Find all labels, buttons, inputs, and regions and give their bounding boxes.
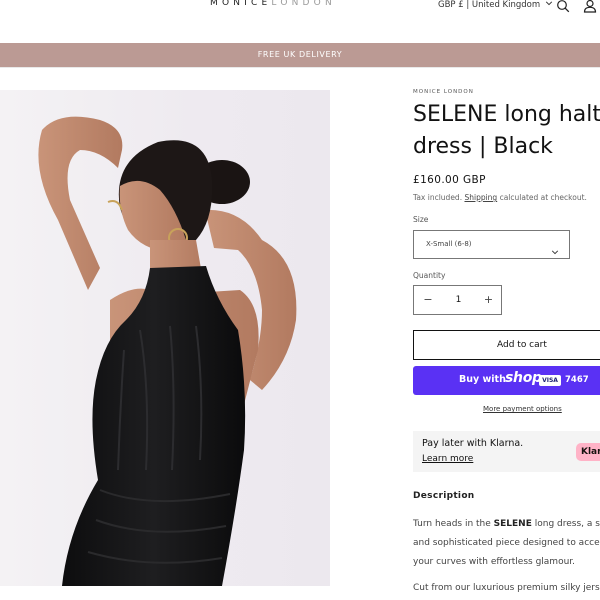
quantity-decrease-button[interactable]: − [414,286,442,314]
quantity-stepper: − 1 + [413,285,502,315]
logo-bold: MONICE [210,0,272,8]
add-to-cart-button[interactable]: Add to cart [413,330,600,360]
klarna-text: Pay later with Klarna. [422,438,524,449]
product-price: £160.00 GBP [413,174,486,186]
shop-pay-logo: shop [505,370,542,386]
announcement-bar: FREE UK DELIVERY [0,43,600,67]
shipping-link[interactable]: Shipping [464,193,497,202]
chevron-down-icon [545,0,553,10]
currency-selector[interactable]: GBP £ | United Kingdom [438,0,553,10]
size-select[interactable]: X-Small (6-8) [413,230,570,259]
description-line: Turn heads in the SELENE long dress, a s… [413,515,600,533]
more-payment-options-link[interactable]: More payment options [483,405,562,413]
account-icon[interactable] [583,0,597,13]
klarna-banner: Pay later with Klarna. Learn more Klar [413,431,600,472]
shop-pay-buy-label: Buy with [459,374,506,385]
description-line: and sophisticated piece designed to acce… [413,538,600,548]
product-vendor: MONICE LONDON [413,89,474,95]
description-text: Turn heads in the [413,519,494,529]
description-heading[interactable]: Description [413,491,475,501]
product-image[interactable] [0,90,330,586]
visa-card-icon: VISA [539,375,561,386]
tax-note: Tax included. Shipping calculated at che… [413,193,587,202]
currency-label: GBP £ | United Kingdom [438,0,541,10]
description-text: long dress, a su [531,519,600,529]
description-bold: SELENE [493,519,532,529]
site-header: MONICELONDON GBP £ | United Kingdom [0,0,600,42]
product-title: SELENE long halte dress | Black [413,99,600,163]
quantity-increase-button[interactable]: + [475,286,502,314]
brand-logo[interactable]: MONICELONDON [210,0,336,8]
logo-light: LONDON [271,0,336,8]
quantity-input[interactable]: 1 [442,286,475,314]
header-divider [0,67,600,68]
tax-prefix: Tax included. [413,193,463,202]
tax-suffix: calculated at checkout. [499,193,587,202]
card-last-digits: 7467 [565,375,589,385]
klarna-learn-more-link[interactable]: Learn more [422,454,473,464]
description-line: your curves with effortless glamour. [413,557,576,567]
search-icon[interactable] [556,0,570,13]
shop-pay-button[interactable]: Buy with shop VISA 7467 [413,366,600,395]
product-title-line2: dress | Black [413,134,553,159]
product-title-line1: SELENE long halte [413,102,600,127]
size-label: Size [413,215,429,224]
quantity-label: Quantity [413,271,446,280]
description-line: Cut from our luxurious premium silky jer… [413,583,600,593]
klarna-badge: Klar [576,443,600,461]
size-selected-value: X-Small (6-8) [426,240,472,248]
chevron-down-icon [551,241,559,255]
